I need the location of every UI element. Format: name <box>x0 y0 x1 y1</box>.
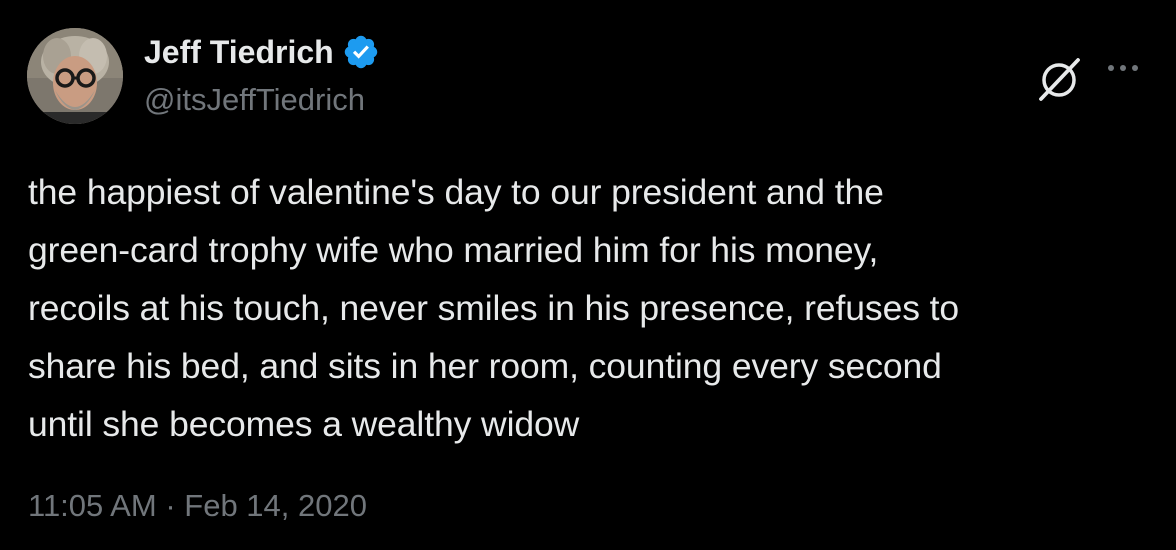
profile-photo <box>27 28 123 124</box>
avatar[interactable] <box>27 28 123 124</box>
tweet-text: the happiest of valentine's day to our p… <box>28 172 960 444</box>
meta-separator: · <box>165 488 176 523</box>
author-handle[interactable]: @itsJeffTiedrich <box>144 80 365 120</box>
grok-icon[interactable] <box>1033 52 1085 104</box>
tweet-timestamp: 11:05 AM · Feb 14, 2020 <box>28 486 367 526</box>
more-options-icon[interactable] <box>1104 58 1144 78</box>
tweet-time[interactable]: 11:05 AM <box>28 488 157 523</box>
author-name-row: Jeff Tiedrich <box>144 30 380 74</box>
tweet-card: Jeff Tiedrich @itsJeffTiedrich the happi… <box>0 0 1176 550</box>
tweet-date[interactable]: Feb 14, 2020 <box>184 488 367 523</box>
verified-badge-icon[interactable] <box>342 33 380 71</box>
author-name[interactable]: Jeff Tiedrich <box>144 32 334 72</box>
